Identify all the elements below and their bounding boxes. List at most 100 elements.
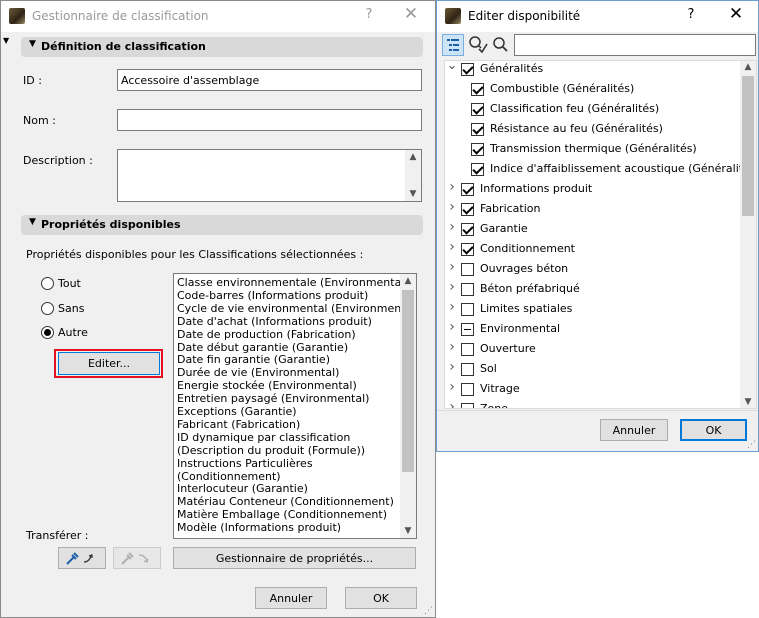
checkbox[interactable]: [461, 403, 474, 408]
radio-button[interactable]: [41, 302, 54, 315]
chevron-right-icon[interactable]: ›: [446, 399, 458, 408]
id-field[interactable]: [117, 69, 422, 91]
scroll-up-icon[interactable]: ▲: [740, 62, 756, 72]
list-item[interactable]: Date fin garantie (Garantie): [177, 353, 330, 366]
checkbox[interactable]: [461, 263, 474, 276]
chevron-right-icon[interactable]: ›: [446, 219, 458, 235]
availability-tree[interactable]: ⌄ Généralités Combustible (Généralités) Cla…: [444, 60, 757, 409]
tree-row[interactable]: › Zone: [445, 399, 740, 408]
scroll-thumb[interactable]: [742, 76, 754, 216]
chevron-right-icon[interactable]: ›: [446, 339, 458, 355]
scroll-up-icon[interactable]: ▲: [405, 152, 421, 162]
tree-row[interactable]: ⌄ Généralités: [445, 61, 740, 79]
checkbox[interactable]: [461, 303, 474, 316]
checkbox[interactable]: [471, 103, 484, 116]
radio-autre[interactable]: Autre: [41, 325, 121, 341]
property-manager-button[interactable]: Gestionnaire de propriétés...: [173, 547, 416, 569]
list-item[interactable]: Instructions Particulières: [177, 457, 313, 470]
chevron-right-icon[interactable]: ›: [446, 239, 458, 255]
search-input[interactable]: [514, 34, 756, 56]
checkbox[interactable]: [471, 123, 484, 136]
checkbox[interactable]: [461, 203, 474, 216]
list-item[interactable]: Date de production (Fabrication): [177, 328, 356, 341]
tree-row[interactable]: › Sol: [445, 359, 740, 379]
checkbox[interactable]: [461, 363, 474, 376]
resize-grip-icon[interactable]: ⋰: [424, 606, 433, 616]
help-icon[interactable]: ?: [359, 7, 379, 22]
list-item[interactable]: Durée de vie (Environmental): [177, 366, 339, 379]
ok-button[interactable]: OK: [680, 419, 747, 441]
chevron-right-icon[interactable]: ›: [446, 319, 458, 335]
tree-row[interactable]: › Ouverture: [445, 339, 740, 359]
collapse-arrow-icon[interactable]: ▼: [3, 36, 9, 45]
checkbox[interactable]: [461, 323, 474, 336]
tree-row[interactable]: Transmission thermique (Généralités): [445, 139, 740, 159]
help-icon[interactable]: ?: [681, 7, 701, 22]
tree-row[interactable]: Classification feu (Généralités): [445, 99, 740, 119]
radio-tout[interactable]: Tout: [41, 276, 121, 292]
list-item[interactable]: Energie stockée (Environmental): [177, 379, 357, 392]
pick-up-button[interactable]: [58, 547, 106, 569]
ok-button[interactable]: OK: [345, 587, 417, 609]
list-item[interactable]: Entretien paysagé (Environmental): [177, 392, 369, 405]
tree-row[interactable]: › Environmental: [445, 319, 740, 339]
checkbox[interactable]: [461, 243, 474, 256]
description-field[interactable]: ▲ ▼: [117, 149, 422, 202]
chevron-right-icon[interactable]: ›: [446, 359, 458, 375]
list-item[interactable]: Matériau Conteneur (Conditionnement): [177, 495, 394, 508]
tree-row[interactable]: › Ouvrages béton: [445, 259, 740, 279]
tree-row[interactable]: › Limites spatiales: [445, 299, 740, 319]
checkbox[interactable]: [461, 283, 474, 296]
list-item[interactable]: Matière Emballage (Conditionnement): [177, 508, 387, 521]
edit-button[interactable]: Editer...: [58, 352, 160, 375]
cancel-button[interactable]: Annuler: [600, 419, 668, 441]
description-scrollbar[interactable]: ▲ ▼: [405, 150, 421, 201]
filter-checked-button[interactable]: [467, 34, 489, 56]
section-definition-header[interactable]: ▼ Définition de classification: [21, 37, 423, 57]
list-item[interactable]: Cycle de vie environmental (Environmenta…: [177, 302, 416, 315]
scroll-up-icon[interactable]: ▲: [400, 276, 416, 286]
checkbox[interactable]: [461, 383, 474, 396]
radio-button[interactable]: [41, 326, 54, 339]
scroll-down-icon[interactable]: ▼: [400, 526, 416, 536]
scroll-thumb[interactable]: [402, 290, 414, 472]
chevron-right-icon[interactable]: ›: [446, 379, 458, 395]
tree-row[interactable]: › Vitrage: [445, 379, 740, 399]
tree-scrollbar[interactable]: ▲ ▼: [740, 61, 756, 408]
chevron-right-icon[interactable]: ›: [446, 259, 458, 275]
cancel-button[interactable]: Annuler: [255, 587, 327, 609]
tree-row[interactable]: › Informations produit: [445, 179, 740, 199]
list-item[interactable]: Modèle (Informations produit): [177, 521, 341, 534]
list-item[interactable]: Classe environnementale (Environmental): [177, 276, 409, 289]
radio-button[interactable]: [41, 277, 54, 290]
tree-row[interactable]: › Garantie: [445, 219, 740, 239]
tree-row[interactable]: Indice d'affaiblissement acoustique (Gén…: [445, 159, 756, 179]
inject-button[interactable]: [113, 547, 161, 569]
chevron-right-icon[interactable]: ›: [446, 199, 458, 215]
resize-grip-icon[interactable]: ⋰: [747, 440, 756, 450]
tree-row[interactable]: › Fabrication: [445, 199, 740, 219]
list-item[interactable]: Interlocuteur (Garantie): [177, 482, 308, 495]
tree-row[interactable]: Résistance au feu (Généralités): [445, 119, 740, 139]
search-button[interactable]: [490, 34, 512, 56]
nom-field[interactable]: [117, 109, 422, 131]
checkbox[interactable]: [461, 343, 474, 356]
tree-row[interactable]: › Conditionnement: [445, 239, 740, 259]
list-item[interactable]: Fabricant (Fabrication): [177, 418, 300, 431]
properties-list-scrollbar[interactable]: ▲ ▼: [400, 274, 416, 538]
list-item[interactable]: (Description du produit (Formule)): [177, 444, 365, 457]
section-properties-header[interactable]: ▼ Propriétés disponibles: [21, 215, 423, 235]
tree-row[interactable]: Combustible (Généralités): [445, 79, 740, 99]
checkbox[interactable]: [471, 83, 484, 96]
chevron-right-icon[interactable]: ›: [446, 179, 458, 195]
tree-row[interactable]: › Béton préfabriqué: [445, 279, 740, 299]
radio-sans[interactable]: Sans: [41, 301, 121, 317]
chevron-right-icon[interactable]: ›: [446, 279, 458, 295]
checkbox[interactable]: [471, 163, 484, 176]
properties-list[interactable]: Classe environnementale (Environmental) C…: [173, 273, 417, 539]
list-item[interactable]: ID dynamique par classification: [177, 431, 350, 444]
checkbox[interactable]: [471, 143, 484, 156]
checkbox[interactable]: [461, 183, 474, 196]
checkbox[interactable]: [461, 63, 474, 76]
chevron-right-icon[interactable]: ›: [446, 299, 458, 315]
